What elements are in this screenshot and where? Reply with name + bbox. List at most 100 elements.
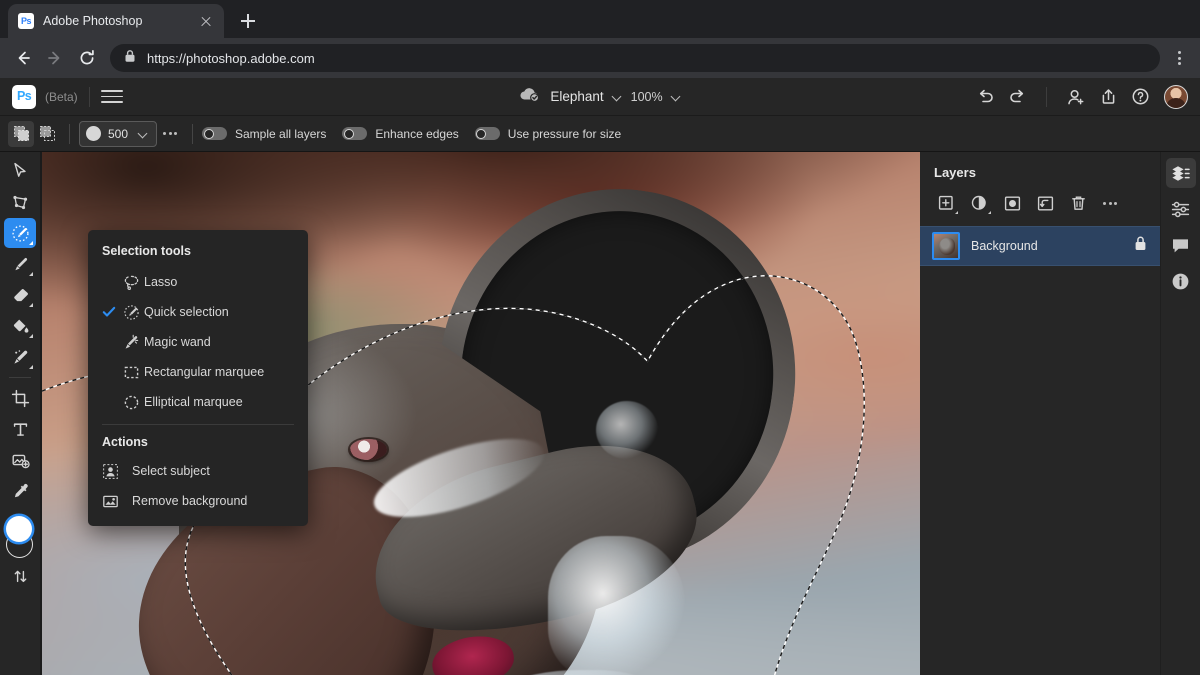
tool-flyout-indicator — [29, 334, 33, 338]
selection-tools-flyout[interactable]: Selection tools Lasso Quick selection Ma… — [88, 230, 308, 526]
healing-tool[interactable] — [4, 342, 36, 372]
clipping-mask-button[interactable] — [1031, 190, 1059, 216]
invite-button[interactable] — [1062, 83, 1090, 111]
tool-flyout-indicator — [29, 272, 33, 276]
panel-title: Layers — [934, 165, 976, 180]
lock-icon — [124, 49, 136, 68]
flyout-item-quick-selection[interactable]: Quick selection — [88, 297, 308, 327]
type-tool[interactable] — [4, 414, 36, 444]
header-actions — [971, 83, 1188, 111]
brush-size-control[interactable]: 500 — [79, 120, 157, 147]
flyout-item-label: Rectangular marquee — [144, 365, 265, 379]
redo-button[interactable] — [1003, 83, 1031, 111]
move-tool[interactable] — [4, 156, 36, 186]
use-pressure-label: Use pressure for size — [507, 126, 622, 141]
flyout-item-rectangular-marquee[interactable]: Rectangular marquee — [88, 357, 308, 387]
water-splash — [548, 535, 686, 675]
flyout-heading: Selection tools — [102, 244, 191, 258]
brush-preview-icon — [86, 126, 101, 141]
layer-mask-button[interactable] — [998, 190, 1026, 216]
hamburger-icon[interactable] — [100, 90, 123, 103]
tool-flyout-indicator — [29, 303, 33, 307]
favicon-label: Ps — [20, 15, 32, 26]
flyout-item-lasso[interactable]: Lasso — [88, 267, 308, 297]
browser-toolbar: https://photoshop.adobe.com — [0, 38, 1200, 78]
url-bar[interactable]: https://photoshop.adobe.com — [110, 44, 1160, 72]
select-subject-icon — [102, 463, 132, 480]
use-pressure-switch[interactable] — [474, 127, 500, 140]
toggle-sample-all-layers[interactable]: Sample all layers — [202, 127, 326, 141]
swap-colors-icon[interactable] — [4, 561, 36, 591]
zoom-chevron-down-icon[interactable] — [672, 92, 681, 101]
flyout-action-label: Select subject — [132, 464, 210, 478]
zoom-level[interactable]: 100% — [631, 90, 663, 104]
toggle-enhance-edges[interactable]: Enhance edges — [342, 127, 459, 141]
document-name[interactable]: Elephant — [550, 89, 603, 104]
flyout-actions-heading: Actions — [102, 435, 148, 449]
browser-tab[interactable]: Ps Adobe Photoshop — [8, 4, 224, 38]
layer-row-background[interactable]: Background — [920, 226, 1160, 266]
app-header: Ps (Beta) Elephant 100% — [0, 78, 1200, 116]
reload-icon[interactable] — [72, 43, 102, 73]
color-swatches[interactable] — [3, 514, 37, 560]
fill-tool[interactable] — [4, 311, 36, 341]
sample-all-layers-switch[interactable] — [202, 127, 227, 140]
quick-selection-icon — [118, 304, 144, 321]
toggle-use-pressure-for-size[interactable]: Use pressure for size — [474, 126, 622, 141]
crop-tool[interactable] — [4, 383, 36, 413]
enhance-edges-switch[interactable] — [342, 127, 368, 140]
panel-rail — [1160, 152, 1200, 675]
document-canvas[interactable]: Selection tools Lasso Quick selection Ma… — [42, 152, 920, 675]
plus-icon[interactable] — [234, 7, 262, 35]
flyout-item-magic-wand[interactable]: Magic wand — [88, 327, 308, 357]
lock-icon[interactable] — [1133, 235, 1148, 257]
cloud-saved-icon — [519, 86, 541, 107]
subtract-from-selection-icon[interactable] — [34, 121, 60, 147]
quick-selection-tool[interactable] — [4, 218, 36, 248]
layers-panel: Layers Background — [920, 152, 1160, 675]
canvas-area[interactable]: Selection tools Lasso Quick selection Ma… — [40, 152, 920, 675]
divider — [9, 377, 31, 378]
arrow-right-icon[interactable] — [40, 43, 70, 73]
elephant-eye — [349, 439, 387, 460]
chevron-down-icon[interactable] — [613, 92, 622, 101]
magic-wand-icon — [118, 334, 144, 351]
adjustment-layer-button[interactable] — [965, 190, 993, 216]
foreground-color-swatch[interactable] — [6, 516, 32, 542]
rail-layers[interactable] — [1165, 158, 1196, 188]
flyout-item-label: Quick selection — [144, 305, 229, 319]
help-button[interactable] — [1126, 83, 1154, 111]
beta-label: (Beta) — [45, 89, 78, 104]
rail-comments[interactable] — [1166, 230, 1196, 260]
more-options-icon[interactable] — [157, 121, 183, 147]
photoshop-favicon-icon: Ps — [18, 13, 34, 29]
delete-layer-button[interactable] — [1064, 190, 1092, 216]
close-icon[interactable] — [198, 13, 214, 29]
tool-options-bar: 500 Sample all layers Enhance edges Use … — [0, 116, 1200, 152]
transform-tool[interactable] — [4, 187, 36, 217]
place-image-tool[interactable] — [4, 445, 36, 475]
browser-window: Ps Adobe Photoshop https://photoshop.ado… — [0, 0, 1200, 675]
lasso-icon — [118, 274, 144, 291]
eraser-tool[interactable] — [4, 280, 36, 310]
layer-more-button[interactable] — [1097, 190, 1123, 216]
rail-adjustments[interactable] — [1166, 194, 1196, 224]
undo-button[interactable] — [971, 83, 999, 111]
flyout-action-select-subject[interactable]: Select subject — [88, 456, 308, 486]
elliptical-marquee-icon — [118, 394, 144, 411]
user-avatar[interactable] — [1164, 84, 1188, 109]
flyout-action-remove-background[interactable]: Remove background — [88, 486, 308, 516]
rail-info[interactable] — [1166, 266, 1196, 296]
share-button[interactable] — [1094, 83, 1122, 111]
flyout-item-label: Lasso — [144, 275, 178, 289]
kebab-menu-icon[interactable] — [1166, 43, 1192, 73]
logo-label: Ps — [16, 89, 32, 104]
flyout-item-elliptical-marquee[interactable]: Elliptical marquee — [88, 387, 308, 417]
add-to-selection-icon[interactable] — [8, 120, 34, 147]
brush-tool[interactable] — [4, 249, 36, 279]
photoshop-logo-icon: Ps — [12, 84, 36, 109]
eyedropper-tool[interactable] — [4, 476, 36, 506]
chevron-down-icon[interactable] — [139, 129, 148, 138]
arrow-left-icon[interactable] — [8, 43, 38, 73]
add-layer-button[interactable] — [932, 190, 960, 216]
